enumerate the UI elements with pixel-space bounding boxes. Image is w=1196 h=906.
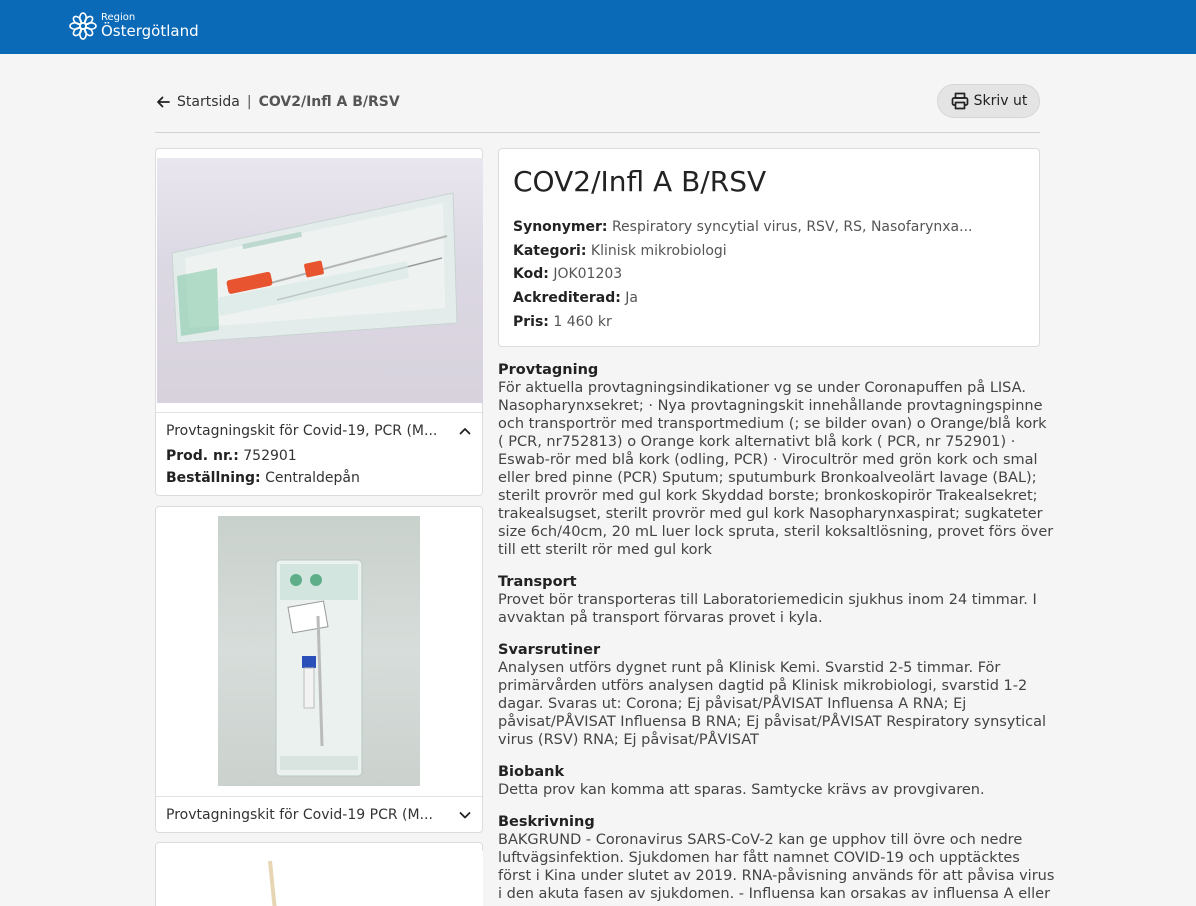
- section-text-line: dagar. Svaras ut: Corona; Ej påvisat/PÅV…: [498, 696, 967, 712]
- section-text-line: virus (RSV) RNA; Ej påvisat/PÅVISAT: [498, 732, 759, 748]
- section-text-line: Detta prov kan komma att sparas. Samtyck…: [498, 782, 985, 798]
- category-label: Kategori: [513, 243, 581, 259]
- synonyms-label: Synonymer: [513, 219, 602, 235]
- product-order-row: Beställning: Centraldepån: [166, 470, 360, 486]
- analysis-title: COV2/Infl A B/RSV: [513, 165, 767, 198]
- accredited-value: Ja: [625, 290, 639, 306]
- section-heading: Transport: [498, 574, 577, 590]
- code-label: Kod: [513, 266, 544, 282]
- section-svarsrutiner: Svarsrutiner Analysen utförs dygnet runt …: [498, 641, 1046, 749]
- breadcrumb-separator: |: [246, 94, 252, 110]
- section-text-line: i den akuta fasen av sjukdomen. - Influe…: [498, 886, 1051, 902]
- arrow-left-icon[interactable]: [155, 94, 171, 110]
- product-image-3[interactable]: [157, 851, 483, 906]
- header-divider: [155, 132, 1040, 133]
- section-text-line: och transportrör med transportmedium (; …: [498, 416, 1047, 432]
- printer-icon: [951, 92, 968, 110]
- breadcrumb-home-link[interactable]: Startsida: [177, 94, 240, 110]
- info-row-category: Kategori: Klinisk mikrobiologi: [513, 243, 727, 259]
- info-row-accredited: Ackrediterad: Ja: [513, 290, 639, 306]
- breadcrumb: Startsida | COV2/Infl A B/RSV: [155, 92, 400, 112]
- product-number-label: Prod. nr.: [166, 448, 234, 464]
- section-text-line: luftvägsinfektion. Sjukdomen har fått na…: [498, 850, 1020, 866]
- region-logo[interactable]: Region Östergötland: [68, 9, 199, 43]
- section-heading: Biobank: [498, 764, 565, 780]
- code-value: JOK01203: [553, 266, 623, 282]
- product-order-label: Beställning: [166, 470, 255, 486]
- section-biobank: Biobank Detta prov kan komma att sparas. …: [498, 763, 1043, 799]
- accredited-label: Ackrediterad: [513, 290, 616, 306]
- section-text-line: Nasopharynxsekret; · Nya provtagningskit…: [498, 398, 1043, 414]
- category-value: Klinisk mikrobiologi: [590, 243, 727, 259]
- product-image-2[interactable]: [218, 516, 420, 786]
- product-image-1[interactable]: [157, 158, 483, 403]
- analysis-info-card: COV2/Infl A B/RSV Synonymer: Respiratory…: [498, 148, 1040, 347]
- section-text-line: Provet bör transporteras till Laboratori…: [498, 592, 1037, 608]
- price-label: Pris: [513, 314, 544, 330]
- section-text-line: till ett sterilt rör med gul kork: [498, 542, 712, 558]
- section-text-line: Eswab-rör med blå kork (odling, PCR) · V…: [498, 452, 1038, 468]
- swab-photo-3: [268, 860, 277, 906]
- section-text-line: primärvården utförs analysen dagtid på K…: [498, 678, 1028, 694]
- chevron-up-icon: [459, 427, 471, 434]
- section-text-line: först i Kina under slutet av 2019. RNA-p…: [498, 868, 1055, 884]
- section-text-line: Analysen utförs dygnet runt på Klinisk K…: [498, 660, 1001, 676]
- flower-logo-icon: [69, 12, 97, 40]
- section-text-line: size 6ch/40cm, 20 mL luer lock spruta, s…: [498, 524, 1054, 540]
- section-text-line: För aktuella provtagningsindikationer vg…: [498, 380, 1026, 396]
- product-number-row: Prod. nr.: 752901: [166, 448, 297, 464]
- chevron-down-icon: [459, 811, 471, 818]
- synonyms-value: Respiratory syncytial virus, RSV, RS, Na…: [611, 219, 973, 235]
- swab-kit-photo-2: [275, 559, 363, 777]
- analysis-sections: Provtagning För aktuella provtagningsindi…: [498, 361, 1055, 906]
- section-transport: Transport Provet bör transporteras till L…: [498, 573, 1043, 627]
- info-row-synonyms: Synonymer: Respiratory syncytial virus, …: [513, 219, 973, 235]
- info-row-code: Kod: JOK01203: [513, 266, 623, 282]
- product-card-2: Provtagningskit för Covid-19 PCR (M...: [155, 506, 483, 833]
- product-accordion-header-1[interactable]: Provtagningskit för Covid-19, PCR (M...: [156, 412, 482, 448]
- price-value: 1 460 kr: [553, 314, 612, 330]
- product-number-value: 752901: [243, 448, 297, 464]
- section-text-line: ( PCR, nr752813) o Orange kork alternati…: [498, 434, 1016, 450]
- section-heading: Svarsrutiner: [498, 642, 601, 658]
- section-text-line: avvaktan på transport förvaras provet i …: [498, 610, 823, 626]
- top-bar: Region Östergötland: [0, 0, 1196, 54]
- print-button[interactable]: Skriv ut: [937, 84, 1040, 118]
- section-text-line: BAKGRUND - Coronavirus SARS-CoV-2 kan ge…: [498, 832, 1023, 848]
- section-provtagning: Provtagning För aktuella provtagningsindi…: [498, 361, 1054, 559]
- breadcrumb-current: COV2/Infl A B/RSV: [258, 94, 400, 110]
- product-card-3: [155, 842, 483, 906]
- section-text-line: påvisat/PÅVISAT Influensa B RNA; Ej påvi…: [498, 714, 1046, 730]
- section-beskrivning: Beskrivning BAKGRUND - Coronavirus SARS-C…: [498, 813, 1055, 903]
- logo-big-text: Östergötland: [101, 22, 199, 40]
- product-title-2: Provtagningskit för Covid-19 PCR (M...: [166, 806, 433, 823]
- swab-kit-photo: [171, 192, 458, 344]
- section-text-line: sterilt provrör med gul kork Skyddad bor…: [498, 488, 1038, 504]
- section-text-line: eller bred pinne (PCR) Sputum; sputumbur…: [498, 470, 1037, 486]
- product-card-1: Provtagningskit för Covid-19, PCR (M... …: [155, 148, 483, 496]
- product-accordion-header-2[interactable]: Provtagningskit för Covid-19 PCR (M...: [156, 796, 482, 832]
- product-order-value: Centraldepån: [265, 470, 360, 486]
- print-button-label: Skriv ut: [973, 93, 1028, 109]
- section-text-line: trakealsugset, sterilt provrör med gul k…: [498, 506, 1043, 522]
- section-heading: Provtagning: [498, 362, 599, 378]
- section-heading: Beskrivning: [498, 814, 595, 830]
- product-title-1: Provtagningskit för Covid-19, PCR (M...: [166, 422, 438, 439]
- info-row-price: Pris: 1 460 kr: [513, 314, 612, 330]
